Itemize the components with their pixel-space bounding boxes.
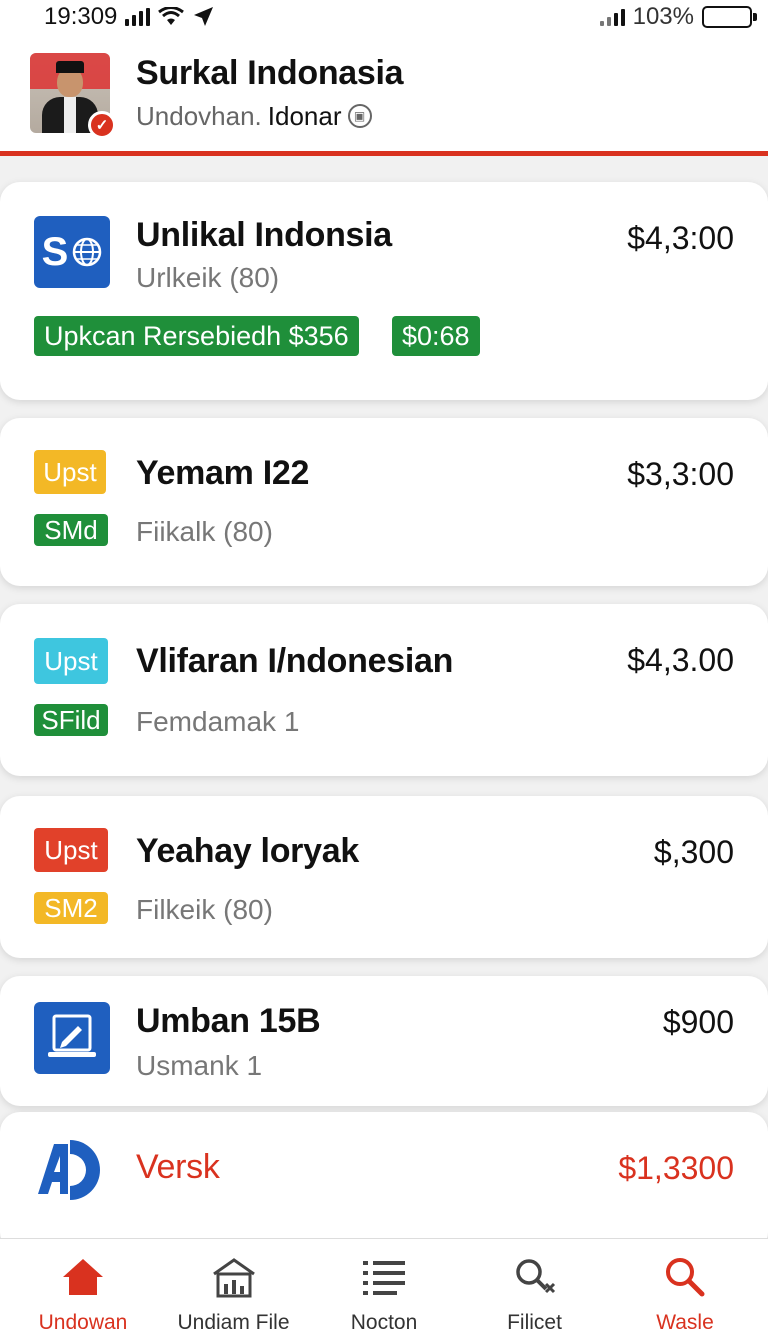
nav-item-nocton[interactable]: Nocton: [309, 1239, 459, 1344]
item-badge: Upst: [34, 828, 108, 872]
ad-logo-icon: [34, 1136, 108, 1204]
nav-item-search[interactable]: Wasle: [610, 1239, 760, 1344]
bottom-nav: Undowan Undiam File Nocton Filicet Wasle: [0, 1238, 768, 1344]
wifi-icon: [158, 7, 185, 25]
list-item[interactable]: Upst Yemam I22 $3,3:00 SMd Fiikalk (80): [0, 418, 768, 586]
globe-icon: [73, 237, 102, 267]
status-right: 103%: [599, 3, 757, 31]
cellular-signal-icon: [125, 8, 151, 26]
nav-label: Undowan: [38, 1311, 128, 1334]
item-title: Unlikal Indonsia: [136, 216, 392, 254]
battery-percent: 103%: [632, 3, 694, 30]
item-tag: SM2: [34, 892, 108, 924]
search-close-icon: [512, 1255, 558, 1299]
page-title: Surkal Indonasia: [136, 53, 404, 92]
item-price: $1,3300: [618, 1150, 734, 1186]
item-title: Yemam I22: [136, 454, 310, 492]
verified-check-icon: ✓: [88, 110, 116, 139]
item-badge: Upst: [34, 638, 108, 684]
item-price: $900: [662, 1004, 734, 1040]
promo-tag: Upkcan Rersebiedh $356: [34, 316, 359, 356]
item-badge: Upst: [34, 450, 106, 494]
nav-item-home[interactable]: Undowan: [8, 1239, 158, 1344]
nav-label: Filicet: [507, 1311, 562, 1334]
status-left: 19:309: [44, 3, 214, 31]
icon-letter: S: [41, 229, 69, 274]
search-icon: [662, 1255, 708, 1299]
nav-item-filter[interactable]: Filicet: [460, 1239, 610, 1344]
header-text: Surkal Indonasia Undovhan. Idonar ▣: [136, 53, 404, 132]
subtitle-strong: Idonar: [267, 100, 342, 131]
item-price: $4,3.00: [627, 642, 734, 678]
tablet-edit-icon: [34, 1002, 110, 1074]
list-item[interactable]: Upst Vlifaran I/ndonesian $4,3.00 SFild …: [0, 604, 768, 776]
subtitle-prefix: Undovhan.: [136, 100, 262, 131]
list-item[interactable]: S Unlikal Indonsia Urlkeik (80) $4,3:00 …: [0, 182, 768, 400]
list-item[interactable]: Umban 15B Usmank 1 $900: [0, 976, 768, 1106]
item-subtitle: Urlkeik (80): [136, 262, 280, 293]
status-bar: 19:309 103%: [0, 0, 768, 34]
list-icon: [361, 1255, 407, 1299]
lock-icon: ▣: [347, 104, 372, 128]
item-subtitle: Usmank 1: [136, 1050, 263, 1081]
status-time: 19:309: [44, 3, 118, 30]
item-price: $,300: [653, 834, 734, 870]
profile-header: ✓ Surkal Indonasia Undovhan. Idonar ▣: [0, 34, 768, 156]
nav-item-file[interactable]: Undiam File: [159, 1239, 309, 1344]
item-title: Vlifaran I/ndonesian: [136, 642, 454, 680]
item-subtitle: Femdamak 1: [136, 706, 300, 737]
avatar[interactable]: ✓: [30, 52, 116, 139]
nav-label: Wasle: [656, 1311, 714, 1334]
nav-label: Undiam File: [177, 1311, 290, 1334]
amount-tag: $0:68: [392, 316, 480, 356]
item-title: Yeahay loryak: [136, 832, 359, 870]
header-subtitle: Undovhan. Idonar ▣: [136, 101, 403, 132]
home-icon: [61, 1255, 105, 1299]
item-tag: SMd: [34, 514, 108, 546]
item-subtitle: Filkeik (80): [136, 894, 273, 925]
item-subtitle: Fiikalk (80): [136, 516, 273, 547]
battery-icon: [702, 6, 757, 28]
item-tag: SFild: [34, 704, 108, 736]
list-item[interactable]: Versk $1,3300: [0, 1112, 768, 1252]
globe-logo-icon: S: [34, 216, 110, 288]
item-price: $3,3:00: [627, 456, 734, 492]
item-title: Versk: [136, 1148, 220, 1186]
location-arrow-icon: [194, 7, 214, 26]
list-item[interactable]: Upst Yeahay loryak $,300 SM2 Filkeik (80…: [0, 796, 768, 958]
item-price: $4,3:00: [627, 220, 734, 256]
signal-strength-icon: [599, 8, 625, 26]
nav-label: Nocton: [350, 1311, 418, 1334]
building-chart-icon: [211, 1255, 257, 1299]
item-title: Umban 15B: [136, 1002, 321, 1040]
